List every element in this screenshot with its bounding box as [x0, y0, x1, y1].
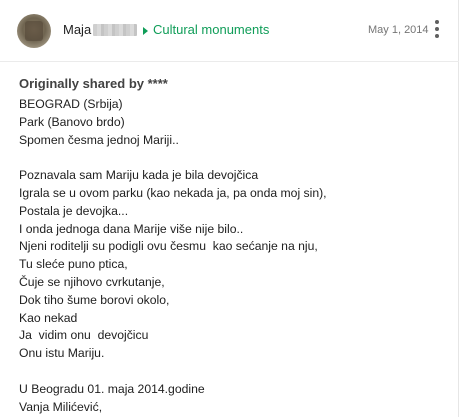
post-text-line: Dok tiho šume borovi okolo,	[19, 292, 170, 307]
post-text-line	[19, 363, 449, 381]
post-text-line: Tu sleće puno ptica,	[19, 257, 128, 272]
triangle-right-icon	[143, 27, 148, 35]
more-vert-icon[interactable]	[432, 20, 442, 38]
menu-dot	[435, 20, 439, 24]
post-text-line: BEOGRAD (Srbija)	[19, 97, 123, 111]
post-text-line: Čuje se njihovo cvrkutanje,	[19, 274, 165, 289]
post-text-line: Njeni roditelji su podigli ovu česmu kao…	[19, 239, 318, 254]
author-avatar[interactable]	[17, 14, 51, 48]
originally-shared-by: Originally shared by ****	[19, 76, 168, 91]
post-text-line: Kao nekad	[19, 310, 78, 325]
post-text-line: Poznavala sam Mariju kada je bila devojč…	[19, 168, 259, 183]
post-date[interactable]: May 1, 2014	[368, 24, 429, 36]
post-header: Maja Cultural monuments May 1, 2014	[0, 0, 459, 62]
post-text-line: Postala je devojka...	[19, 203, 129, 218]
post-text-line: Ja vidim onu devojčicu	[19, 328, 149, 343]
post-text-line: Park (Banovo brdo)	[19, 114, 125, 129]
post-card: Maja Cultural monuments May 1, 2014 Orig…	[0, 0, 459, 417]
post-text-line: U Beogradu 01. maja 2014.godine	[19, 381, 205, 396]
post-text-line: Vanja Milićević,	[19, 399, 103, 414]
author-name[interactable]: Maja	[63, 22, 91, 37]
post-text-line: I onda jednoga dana Marije više nije bil…	[19, 221, 244, 236]
menu-dot	[435, 34, 439, 38]
post-text-line	[19, 149, 449, 167]
post-text-line: Onu istu Mariju.	[19, 346, 105, 361]
community-link[interactable]: Cultural monuments	[153, 22, 269, 37]
post-text-line: Igrala se u ovom parku (kao nekada ja, p…	[19, 185, 327, 200]
post-text-line: Spomen česma jednoj Mariji..	[19, 132, 179, 147]
post-body: BEOGRAD (Srbija) Park (Banovo brdo) Spomen…	[19, 96, 449, 416]
menu-dot	[435, 27, 439, 31]
author-surname-blurred	[93, 24, 137, 36]
